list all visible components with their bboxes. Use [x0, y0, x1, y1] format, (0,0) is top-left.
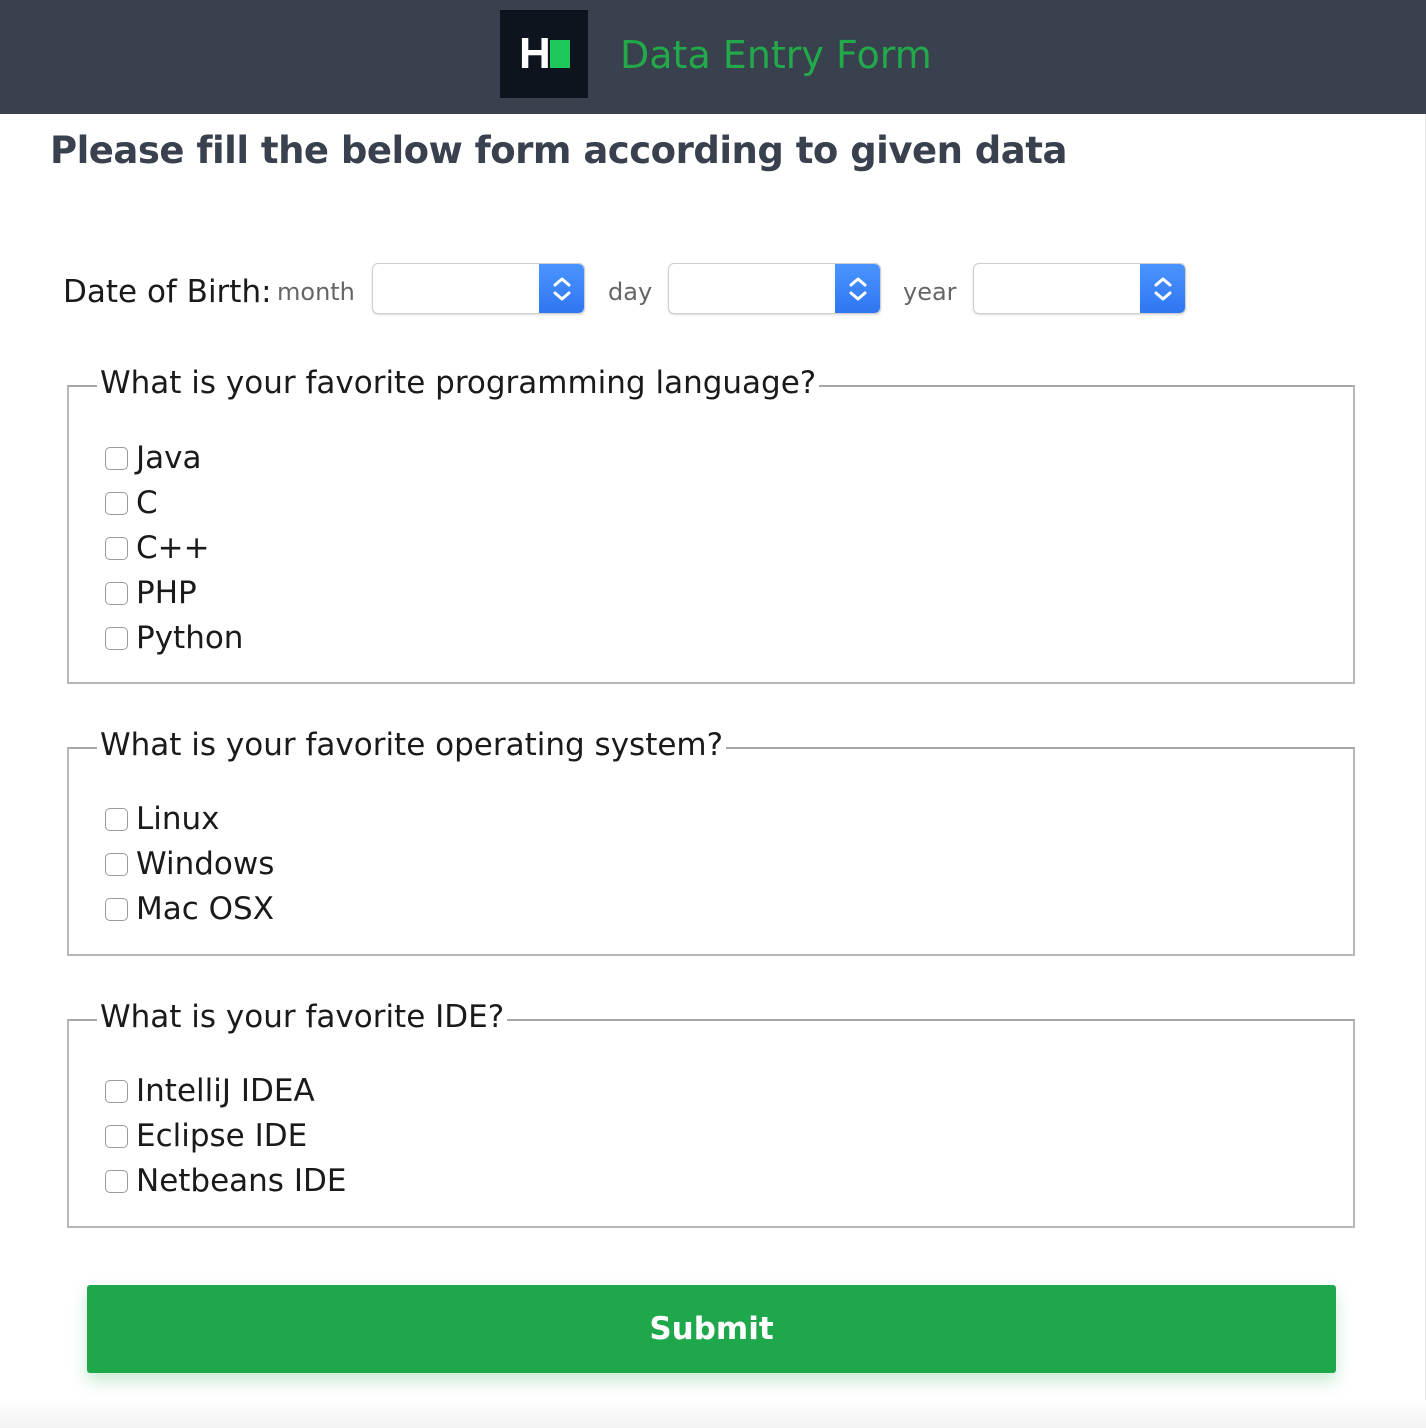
dob-label: Date of Birth:	[63, 274, 272, 310]
month-label: month	[277, 278, 355, 306]
option-label: Java	[136, 440, 202, 476]
app-title: Data Entry Form	[620, 33, 932, 77]
checkbox[interactable]	[105, 536, 128, 560]
app-logo: H	[500, 10, 588, 98]
checkbox[interactable]	[105, 807, 128, 831]
ide-legend: What is your favorite IDE?	[97, 997, 508, 1037]
checkbox[interactable]	[105, 581, 128, 605]
chevron-updown-icon[interactable]	[1140, 264, 1185, 313]
submit-button-label: Submit	[649, 1311, 774, 1347]
os-option-linux[interactable]: Linux	[105, 799, 220, 839]
year-label: year	[903, 278, 957, 306]
option-label: Eclipse IDE	[136, 1118, 308, 1154]
os-option-macosx[interactable]: Mac OSX	[105, 889, 274, 929]
checkbox[interactable]	[105, 1079, 128, 1103]
option-label: Netbeans IDE	[136, 1163, 347, 1199]
checkbox[interactable]	[105, 446, 128, 470]
option-label: C++	[136, 530, 210, 566]
os-fieldset: What is your favorite operating system? …	[67, 725, 1355, 956]
page-heading: Please fill the below form according to …	[50, 129, 1067, 172]
language-option-c[interactable]: C	[105, 483, 158, 523]
ide-option-netbeans[interactable]: Netbeans IDE	[105, 1161, 346, 1201]
day-select[interactable]	[668, 263, 881, 314]
option-label: Windows	[136, 846, 275, 882]
year-select[interactable]	[973, 263, 1186, 314]
option-label: C	[136, 485, 158, 521]
submit-button[interactable]: Submit	[87, 1285, 1336, 1373]
day-label: day	[608, 278, 653, 306]
logo-square	[550, 40, 570, 68]
checkbox[interactable]	[105, 897, 128, 921]
app-header: H Data Entry Form	[0, 0, 1426, 114]
month-select[interactable]	[372, 263, 585, 314]
language-option-cpp[interactable]: C++	[105, 528, 210, 568]
ide-fieldset: What is your favorite IDE? IntelliJ IDEA…	[67, 997, 1355, 1228]
checkbox[interactable]	[105, 852, 128, 876]
language-legend: What is your favorite programming langua…	[97, 363, 820, 403]
language-fieldset: What is your favorite programming langua…	[67, 363, 1355, 684]
option-label: PHP	[136, 575, 197, 611]
chevron-updown-icon[interactable]	[835, 264, 880, 313]
option-label: IntelliJ IDEA	[136, 1073, 315, 1109]
option-label: Python	[136, 620, 244, 656]
checkbox[interactable]	[105, 626, 128, 650]
page-bottom	[0, 1400, 1426, 1428]
language-option-php[interactable]: PHP	[105, 573, 197, 613]
chevron-updown-icon[interactable]	[539, 264, 584, 313]
ide-option-intellij[interactable]: IntelliJ IDEA	[105, 1071, 315, 1111]
language-option-java[interactable]: Java	[105, 438, 201, 478]
option-label: Linux	[136, 801, 220, 837]
checkbox[interactable]	[105, 1169, 128, 1193]
logo-letter: H	[519, 29, 551, 78]
checkbox[interactable]	[105, 1124, 128, 1148]
os-legend: What is your favorite operating system?	[97, 725, 727, 765]
language-option-python[interactable]: Python	[105, 618, 243, 658]
os-option-windows[interactable]: Windows	[105, 844, 274, 884]
option-label: Mac OSX	[136, 891, 274, 927]
ide-option-eclipse[interactable]: Eclipse IDE	[105, 1116, 307, 1156]
checkbox[interactable]	[105, 491, 128, 515]
